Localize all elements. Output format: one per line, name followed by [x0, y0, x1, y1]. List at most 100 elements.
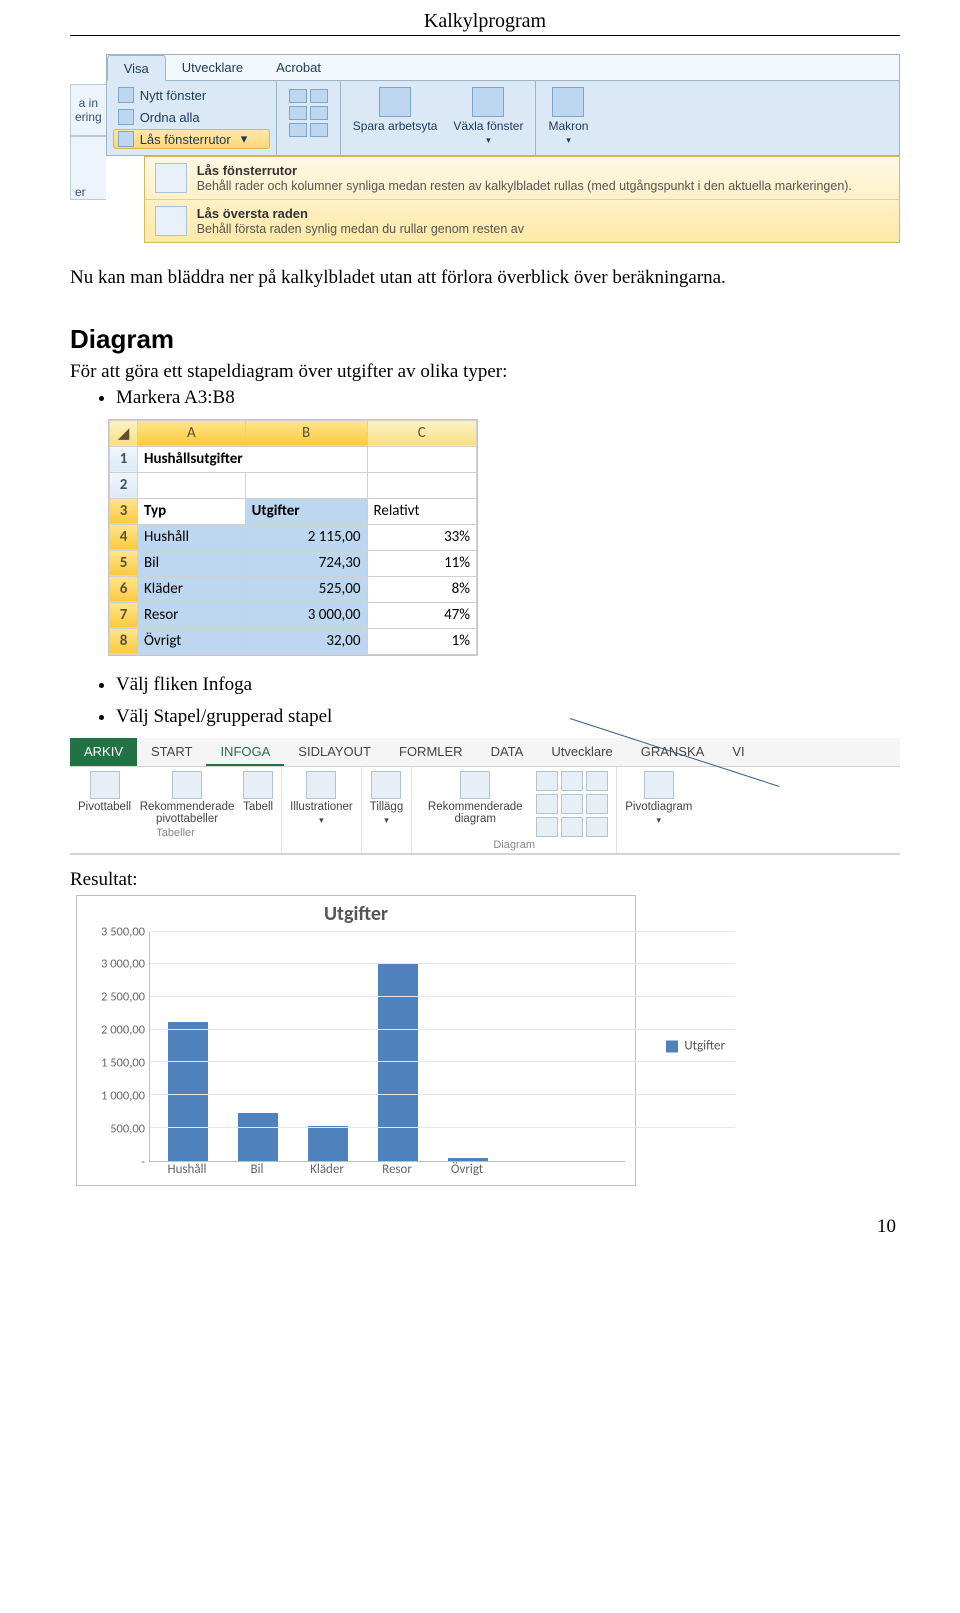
- tab-arkiv[interactable]: ARKIV: [70, 738, 137, 766]
- table-icon: [243, 771, 273, 799]
- tab-start[interactable]: START: [137, 738, 206, 766]
- window-icon: [118, 87, 134, 103]
- cell[interactable]: 11%: [367, 550, 477, 576]
- chart-title: Utgifter: [87, 902, 625, 926]
- row-header[interactable]: 1: [110, 446, 138, 472]
- bar-bil: [238, 1113, 278, 1160]
- tab-visa-cut[interactable]: VI: [718, 738, 758, 766]
- tab-visa[interactable]: Visa: [107, 55, 166, 81]
- ribbon-tabs: Visa Utvecklare Acrobat: [107, 55, 899, 81]
- chart-legend: Utgifter: [666, 1039, 725, 1054]
- table-button[interactable]: Tabell: [243, 771, 273, 813]
- row-header[interactable]: 3: [110, 498, 138, 524]
- row-header[interactable]: 5: [110, 550, 138, 576]
- row-header[interactable]: 7: [110, 602, 138, 628]
- select-all-corner[interactable]: ◢: [110, 420, 138, 446]
- cell[interactable]: [367, 472, 477, 498]
- cell[interactable]: 8%: [367, 576, 477, 602]
- switch-icon: [472, 87, 504, 117]
- pivotchart-button[interactable]: Pivotdiagram▾: [625, 771, 692, 826]
- freeze-panes-icon: [155, 163, 187, 193]
- arrange-all-button[interactable]: Ordna alla: [113, 107, 270, 127]
- tab-utvecklare[interactable]: Utvecklare: [537, 738, 626, 766]
- cell[interactable]: 724,30: [245, 550, 367, 576]
- illustrations-button[interactable]: Illustrationer▾: [290, 771, 353, 826]
- cell[interactable]: Resor: [138, 602, 246, 628]
- switch-windows-button[interactable]: Växla fönster▾: [447, 85, 529, 149]
- save-icon: [379, 87, 411, 117]
- cell[interactable]: 525,00: [245, 576, 367, 602]
- save-workspace-button[interactable]: Spara arbetsyta: [347, 85, 444, 149]
- ribbon1-screenshot: a in ering er Visa Utvecklare Acrobat Ny…: [70, 54, 900, 243]
- pivottable-button[interactable]: Pivottabell: [78, 771, 131, 813]
- group-label-tabeller: Tabeller: [156, 825, 195, 839]
- macros-button[interactable]: Makron▾: [542, 85, 594, 148]
- bullet-item: Välj fliken Infoga: [116, 674, 900, 696]
- row-header[interactable]: 6: [110, 576, 138, 602]
- tab-sidlayout[interactable]: SIDLAYOUT: [284, 738, 385, 766]
- addins-button[interactable]: Tillägg▾: [370, 771, 403, 826]
- cell[interactable]: [245, 472, 367, 498]
- row-header[interactable]: 2: [110, 472, 138, 498]
- cell[interactable]: Kläder: [138, 576, 246, 602]
- cell[interactable]: 47%: [367, 602, 477, 628]
- freeze-top-row-option[interactable]: Lås översta radenBehåll första raden syn…: [145, 199, 899, 242]
- header-rule: [70, 35, 900, 36]
- cell[interactable]: 3 000,00: [245, 602, 367, 628]
- tab-acrobat[interactable]: Acrobat: [260, 55, 338, 80]
- bar-chart: Utgifter 3 500,00 3 000,00 2 500,00 2 00…: [76, 895, 636, 1186]
- cell[interactable]: Typ: [138, 498, 246, 524]
- row-header[interactable]: 4: [110, 524, 138, 550]
- tab-infoga[interactable]: INFOGA: [206, 738, 284, 766]
- y-axis-labels: 3 500,00 3 000,00 2 500,00 2 000,00 1 50…: [93, 932, 149, 1162]
- col-header-b[interactable]: B: [245, 420, 367, 446]
- bar-resor: [378, 964, 418, 1160]
- cell[interactable]: Övrigt: [138, 628, 246, 654]
- new-window-button[interactable]: Nytt fönster: [113, 85, 270, 105]
- cell[interactable]: [138, 472, 246, 498]
- frag-text: ering: [75, 110, 102, 124]
- section-intro: För att göra ett stapeldiagram över utgi…: [70, 361, 900, 383]
- freeze-top-icon: [155, 206, 187, 236]
- col-header-a[interactable]: A: [138, 420, 246, 446]
- frag-text: er: [75, 185, 86, 199]
- tab-formler[interactable]: FORMLER: [385, 738, 477, 766]
- recommended-charts-button[interactable]: Rekommenderade diagram: [420, 771, 530, 825]
- pivottable-icon: [90, 771, 120, 799]
- cell[interactable]: 1%: [367, 628, 477, 654]
- page-number: 10: [70, 1186, 900, 1238]
- cell[interactable]: [367, 446, 477, 472]
- bar-hushall: [168, 1022, 208, 1160]
- freeze-panes-dropdown: Lås fönsterrutorBehåll rader och kolumne…: [144, 156, 900, 243]
- cell[interactable]: 33%: [367, 524, 477, 550]
- cell[interactable]: 2 115,00: [245, 524, 367, 550]
- result-label: Resultat:: [70, 869, 900, 891]
- ribbon2-screenshot: ARKIV START INFOGA SIDLAYOUT FORMLER DAT…: [70, 738, 900, 855]
- cell[interactable]: Utgifter: [245, 498, 367, 524]
- tab-utvecklare[interactable]: Utvecklare: [166, 55, 260, 80]
- bar-ovrigt: [448, 1158, 488, 1160]
- recommended-pivottables-button[interactable]: Rekommenderade pivottabeller: [137, 771, 237, 825]
- paragraph: Nu kan man bläddra ner på kalkylbladet u…: [70, 265, 900, 292]
- bullet-item: Markera A3:B8: [116, 387, 900, 409]
- freeze-icon: [118, 131, 134, 147]
- row-header[interactable]: 8: [110, 628, 138, 654]
- section-heading-diagram: Diagram: [70, 324, 900, 355]
- cell[interactable]: Relativt: [367, 498, 477, 524]
- x-axis-labels: Hushåll Bil Kläder Resor Övrigt: [167, 1162, 625, 1177]
- mini-buttons[interactable]: [283, 85, 334, 141]
- bar-klader: [308, 1126, 348, 1160]
- cell[interactable]: Bil: [138, 550, 246, 576]
- col-header-c[interactable]: C: [367, 420, 477, 446]
- chart-type-grid[interactable]: [536, 771, 608, 837]
- cell[interactable]: Hushållsutgifter: [138, 446, 368, 472]
- illustrations-icon: [306, 771, 336, 799]
- plot-area: Utgifter: [149, 932, 625, 1162]
- cell[interactable]: 32,00: [245, 628, 367, 654]
- freeze-panes-button[interactable]: Lås fönsterrutor▾: [113, 129, 270, 149]
- rec-pivot-icon: [172, 771, 202, 799]
- addins-icon: [371, 771, 401, 799]
- tab-data[interactable]: DATA: [477, 738, 538, 766]
- freeze-panes-option[interactable]: Lås fönsterrutorBehåll rader och kolumne…: [145, 157, 899, 199]
- cell[interactable]: Hushåll: [138, 524, 246, 550]
